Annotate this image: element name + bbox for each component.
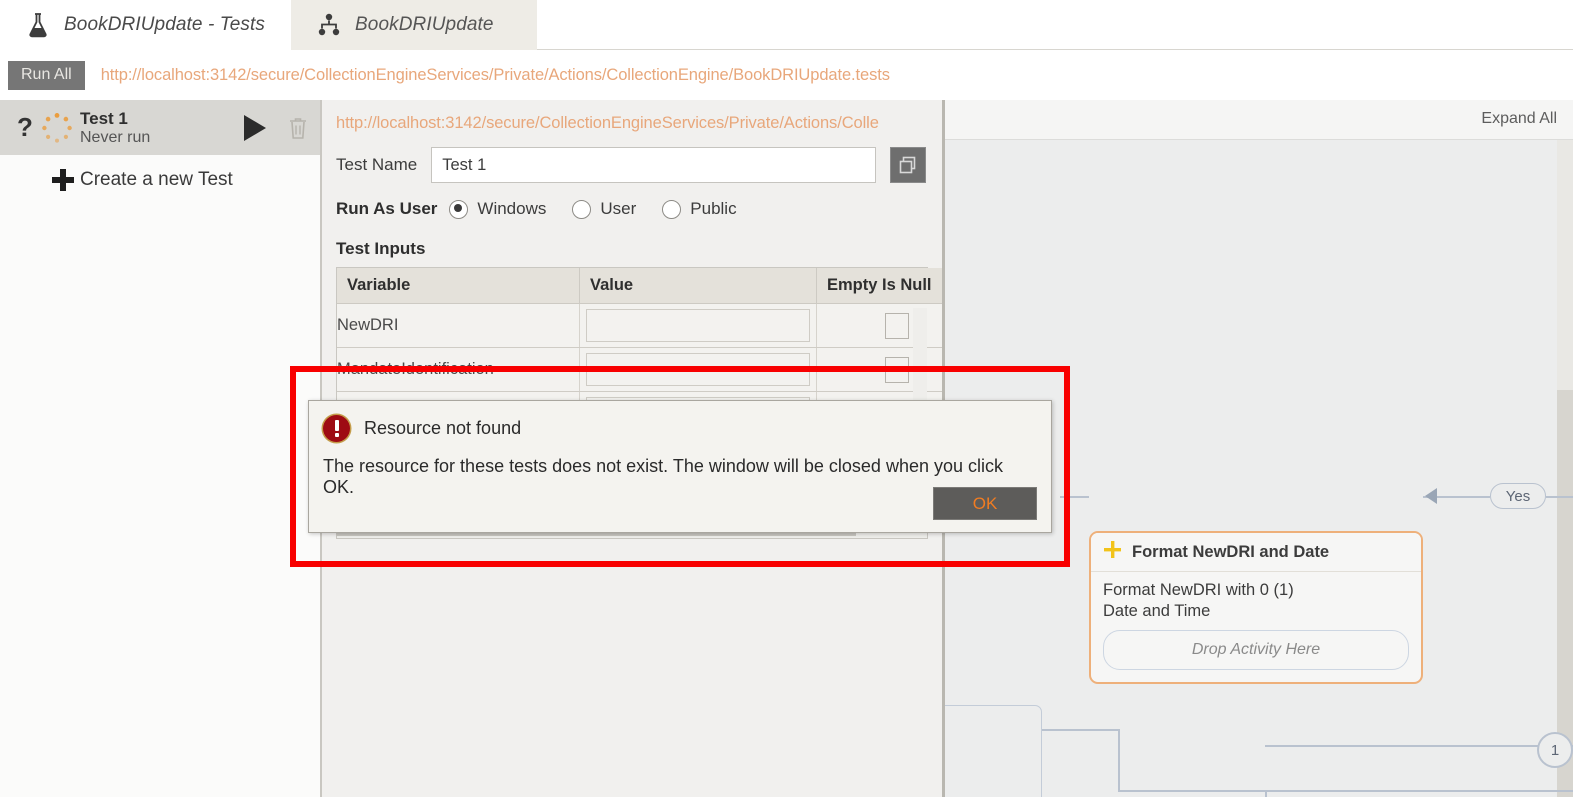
connector-line	[1118, 790, 1573, 792]
test-name-row: Test Name	[336, 147, 926, 183]
table-row[interactable]: MandateIdentification	[337, 347, 942, 392]
create-new-test-button[interactable]: Create a new Test	[0, 155, 320, 191]
table-header-row: Variable Value Empty Is Null	[337, 268, 942, 304]
activity-body: Format NewDRI with 0 (1) Date and Time D…	[1091, 572, 1421, 682]
plus-icon	[52, 169, 74, 191]
activity-node-format-newdri-and-date[interactable]: Format NewDRI and Date Format NewDRI wit…	[1089, 531, 1423, 685]
canvas-scroll-track	[1557, 140, 1573, 390]
test-name-input[interactable]	[431, 147, 876, 183]
activity-line-2: Date and Time	[1103, 602, 1211, 621]
duplicate-test-button[interactable]	[890, 147, 926, 183]
dialog-title: Resource not found	[364, 418, 522, 438]
tab-bookdriupdate[interactable]: BookDRIUpdate	[291, 0, 537, 50]
unknown-status-icon: ?	[17, 112, 33, 142]
test-file-url: http://localhost:3142/secure/CollectionE…	[100, 65, 890, 84]
empty-is-null-checkbox[interactable]	[885, 312, 909, 339]
radio-option-windows[interactable]: Windows	[449, 199, 546, 219]
radio-windows-label: Windows	[477, 199, 547, 218]
expand-all-button[interactable]: Expand All	[1481, 110, 1557, 128]
radio-public-label: Public	[690, 199, 737, 218]
tab-bookdriupdate-tests[interactable]: BookDRIUpdate - Tests	[0, 0, 291, 50]
tab-label: BookDRIUpdate	[355, 14, 494, 35]
test-name-label: Test Name	[336, 155, 418, 174]
column-header-empty-is-null: Empty Is Null	[816, 268, 942, 304]
error-dialog: Resource not found The resource for thes…	[308, 400, 1052, 533]
run-as-user-label: Run As User	[336, 199, 438, 218]
connector-arrowhead	[1425, 488, 1437, 504]
error-icon	[323, 415, 350, 442]
run-all-button[interactable]: Run All	[8, 60, 85, 90]
radio-user-input[interactable]	[572, 199, 592, 219]
value-input[interactable]	[586, 353, 810, 386]
run-as-user-row: Run As User Windows User Public	[336, 199, 926, 219]
dialog-actions: OK	[933, 487, 1037, 520]
connector-line	[1060, 496, 1089, 498]
empty-is-null-checkbox[interactable]	[885, 356, 909, 383]
test-list-item[interactable]: ? Test 1 Never run	[0, 100, 320, 155]
cell-variable: NewDRI	[337, 303, 580, 348]
radio-option-public[interactable]: Public	[662, 199, 737, 219]
sitemap-icon	[317, 13, 341, 37]
create-new-test-label: Create a new Test	[80, 169, 233, 190]
connector-line	[1265, 745, 1573, 747]
activity-title: Format NewDRI and Date	[1132, 542, 1330, 561]
spinner-icon	[40, 111, 74, 145]
app-root: BookDRIUpdate - Tests BookDRIUpdate Run …	[0, 0, 1573, 797]
test-item-name: Test 1	[80, 108, 128, 128]
delete-test-button[interactable]	[288, 116, 308, 140]
value-input[interactable]	[586, 309, 810, 342]
connector-line	[1042, 729, 1120, 731]
connector-label-yes: Yes	[1490, 483, 1546, 509]
activity-line-1: Format NewDRI with 0 (1)	[1103, 581, 1294, 599]
cell-value[interactable]	[579, 303, 817, 348]
run-toolbar: Run All http://localhost:3142/secure/Col…	[0, 50, 1573, 100]
drop-activity-zone[interactable]: Drop Activity Here	[1103, 630, 1409, 671]
column-header-value: Value	[579, 268, 817, 304]
dialog-header: Resource not found	[309, 401, 1051, 442]
test-list: ? Test 1 Never run Create a new Test	[0, 100, 322, 797]
radio-public-input[interactable]	[662, 199, 682, 219]
cell-variable: MandateIdentification	[337, 347, 580, 392]
cell-value[interactable]	[579, 347, 817, 392]
format-icon	[1103, 540, 1122, 564]
radio-windows-input[interactable]	[449, 199, 469, 219]
tab-bar: BookDRIUpdate - Tests BookDRIUpdate	[0, 0, 1573, 50]
table-row[interactable]: NewDRI	[337, 303, 942, 348]
activity-header: Format NewDRI and Date	[1091, 533, 1421, 572]
connector-line	[1265, 790, 1267, 797]
test-resource-url: http://localhost:3142/secure/CollectionE…	[336, 114, 879, 132]
flask-icon	[26, 12, 50, 38]
run-test-button[interactable]	[244, 114, 266, 141]
connector-line	[1546, 496, 1573, 498]
test-item-status: Never run	[80, 128, 151, 146]
dialog-ok-button[interactable]: OK	[933, 487, 1037, 520]
column-header-variable: Variable	[337, 268, 580, 304]
test-item-meta: Test 1 Never run	[80, 109, 244, 147]
tab-label: BookDRIUpdate - Tests	[64, 14, 265, 35]
test-inputs-title: Test Inputs	[336, 239, 426, 258]
radio-user-label: User	[600, 199, 637, 218]
radio-option-user[interactable]: User	[572, 199, 636, 219]
workflow-circle-node[interactable]: 1	[1537, 732, 1573, 768]
connector-line	[1118, 729, 1120, 791]
